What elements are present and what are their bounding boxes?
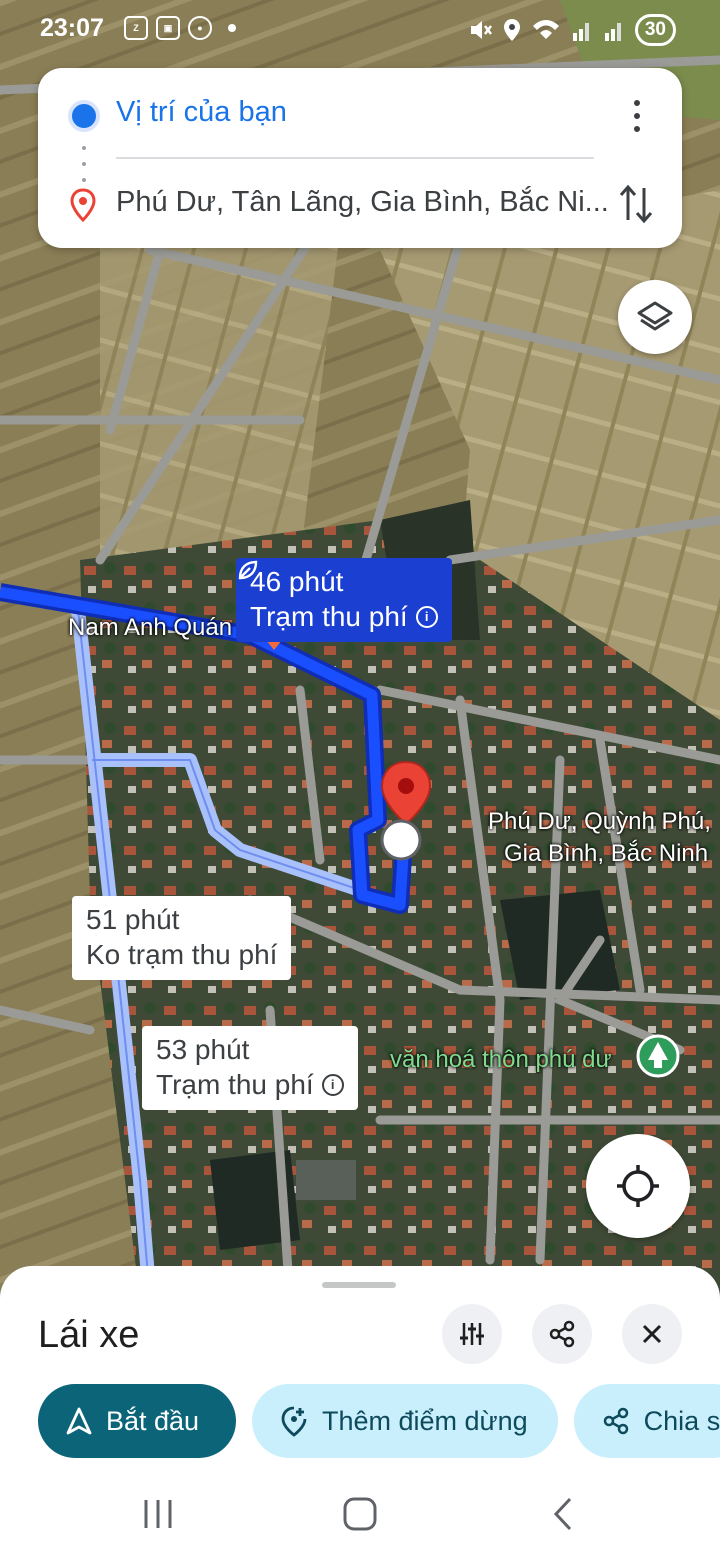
share-icon xyxy=(603,1407,628,1435)
start-button[interactable]: Bắt đầu xyxy=(38,1384,236,1458)
swap-icon[interactable] xyxy=(618,182,654,226)
your-location-icon xyxy=(68,100,100,132)
signal-icon-2 xyxy=(604,23,621,41)
directions-card: Vị trí của bạn Phú Dư, Tân Lãng, Gia Bìn… xyxy=(38,68,682,248)
start-label: Bắt đầu xyxy=(106,1405,200,1436)
route-note: Ko trạm thu phí xyxy=(86,939,278,970)
share-chip-label: Chia s xyxy=(643,1405,720,1436)
destination-label-line2: Gia Bình, Bắc Ninh xyxy=(504,840,709,867)
status-time: 23:07 xyxy=(40,14,104,42)
add-stop-label: Thêm điểm dừng xyxy=(322,1405,528,1436)
route-time: 51 phút xyxy=(86,904,180,935)
battery-indicator: 30 xyxy=(634,14,676,46)
recent-apps-icon[interactable] xyxy=(140,1496,176,1532)
route-callout-primary[interactable]: 46 phút Trạm thu phí i xyxy=(236,558,452,642)
eco-leaf-icon xyxy=(238,560,258,580)
route-callout-alt-2[interactable]: 53 phút Trạm thu phí i xyxy=(142,1026,358,1110)
origin-text: Vị trí của bạn xyxy=(116,96,287,128)
poi-label-cultural-house[interactable]: văn hoá thôn phú dư xyxy=(390,1046,612,1074)
route-time: 53 phút xyxy=(156,1034,250,1065)
share-chip[interactable]: Chia s xyxy=(573,1384,720,1458)
status-bar: 23:07 Z ▣ ● 30 xyxy=(0,0,720,58)
info-icon: i xyxy=(415,605,438,628)
layers-button[interactable] xyxy=(618,280,692,354)
route-options-button[interactable] xyxy=(442,1304,502,1364)
destination-pin-icon xyxy=(70,188,96,222)
scan-icon: ▣ xyxy=(156,16,180,40)
back-icon[interactable] xyxy=(548,1496,576,1532)
bottom-sheet: Lái xe Bắt đầu Thêm điểm dừng Chia s xyxy=(0,1266,720,1560)
destination-pin-icon xyxy=(380,760,432,861)
location-icon xyxy=(503,19,520,41)
divider xyxy=(116,157,594,159)
destination-text: Phú Dư, Tân Lãng, Gia Bình, Bắc Ni... xyxy=(116,186,609,218)
tune-icon xyxy=(460,1323,484,1345)
sheet-title: Lái xe xyxy=(38,1314,140,1356)
share-button[interactable] xyxy=(532,1304,592,1364)
route-note: Trạm thu phí xyxy=(156,1069,314,1100)
add-stop-button[interactable]: Thêm điểm dừng xyxy=(252,1384,558,1458)
signal-icon xyxy=(572,23,589,41)
wifi-icon xyxy=(532,20,559,39)
poi-label-nam-anh[interactable]: Nam Anh Quán xyxy=(68,614,232,642)
share-icon xyxy=(549,1320,575,1348)
destination-field[interactable]: Phú Dư, Tân Lãng, Gia Bình, Bắc Ni... xyxy=(38,174,682,234)
info-icon: i xyxy=(321,1073,344,1096)
zalo-icon: Z xyxy=(124,16,148,40)
dot-icon xyxy=(228,24,236,32)
route-note: Trạm thu phí xyxy=(250,601,408,632)
route-callout-alt-1[interactable]: 51 phút Ko trạm thu phí xyxy=(72,896,292,980)
route-time: 46 phút xyxy=(250,566,344,597)
origin-field[interactable]: Vị trí của bạn xyxy=(38,88,682,142)
system-nav-bar xyxy=(0,1476,720,1560)
destination-label-line1: Phú Dư, Quỳnh Phú, xyxy=(488,808,711,835)
football-icon: ● xyxy=(188,16,212,40)
my-location-button[interactable] xyxy=(586,1134,690,1238)
home-icon[interactable] xyxy=(340,1496,380,1532)
mute-icon xyxy=(470,21,492,39)
navigation-arrow-icon xyxy=(66,1407,92,1435)
add-location-icon xyxy=(281,1406,307,1437)
sheet-drag-handle[interactable] xyxy=(322,1282,396,1288)
crosshair-icon xyxy=(617,1165,659,1207)
layers-icon xyxy=(637,301,673,331)
close-icon xyxy=(642,1324,662,1344)
more-options-button[interactable] xyxy=(622,96,652,136)
close-button[interactable] xyxy=(622,1304,682,1364)
